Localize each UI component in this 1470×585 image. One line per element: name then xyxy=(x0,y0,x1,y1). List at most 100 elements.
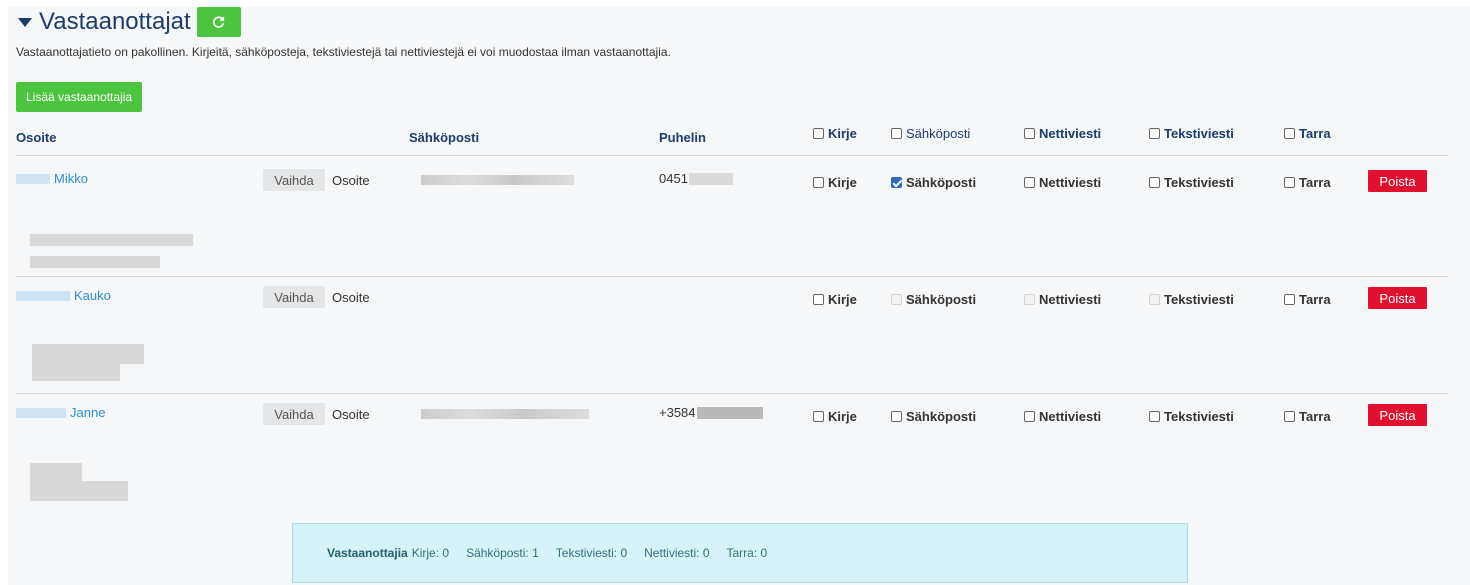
netmessage-toggle: Nettiviesti xyxy=(1024,292,1101,307)
letter-toggle[interactable]: Kirje xyxy=(813,292,857,307)
email-toggle[interactable]: Sähköposti xyxy=(891,175,976,190)
address-label: Osoite xyxy=(332,290,370,305)
label-label: Tarra xyxy=(1299,292,1331,307)
letter-label: Kirje xyxy=(828,292,857,307)
label-checkbox[interactable] xyxy=(1284,294,1295,305)
email-toggle[interactable]: Sähköposti xyxy=(891,409,976,424)
email-label: Sähköposti xyxy=(906,292,977,307)
sms-toggle[interactable]: Tekstiviesti xyxy=(1149,175,1234,190)
delete-button[interactable]: Poista xyxy=(1368,287,1427,309)
redacted-text xyxy=(16,290,70,301)
recipient-name-link[interactable]: Janne xyxy=(16,405,105,420)
header-email-toggle[interactable]: Sähköposti xyxy=(891,126,970,141)
sms-checkbox[interactable] xyxy=(1149,177,1160,188)
section-title: Vastaanottajat xyxy=(39,8,191,35)
redacted-address xyxy=(30,481,128,501)
redacted-text xyxy=(16,173,50,184)
label-toggle[interactable]: Tarra xyxy=(1284,175,1331,190)
recipient-name: Janne xyxy=(70,405,106,420)
summary-letter: Kirje: 0 xyxy=(411,546,450,560)
refresh-button[interactable] xyxy=(196,7,241,37)
summary-title: Vastaanottajia xyxy=(327,546,408,560)
netmessage-checkbox xyxy=(1024,294,1035,305)
letter-toggle[interactable]: Kirje xyxy=(813,409,857,424)
email-checkbox xyxy=(891,294,902,305)
recipient-name-link[interactable]: Mikko xyxy=(16,171,88,186)
delete-button[interactable]: Poista xyxy=(1368,404,1427,426)
letter-checkbox[interactable] xyxy=(813,411,824,422)
sms-checkbox xyxy=(1149,294,1160,305)
netmessage-checkbox[interactable] xyxy=(1024,177,1035,188)
sms-all-checkbox[interactable] xyxy=(1149,128,1160,139)
email-checkbox[interactable] xyxy=(891,411,902,422)
header-sms-toggle[interactable]: Tekstiviesti xyxy=(1149,126,1234,141)
change-address-button[interactable]: Vaihda xyxy=(263,403,325,425)
header-address: Osoite xyxy=(16,130,57,145)
change-address-button[interactable]: Vaihda xyxy=(263,286,325,308)
letter-checkbox[interactable] xyxy=(813,294,824,305)
recipients-summary: Vastaanottajia Kirje: 0 Sähköposti: 1 Te… xyxy=(292,523,1188,583)
summary-sms: Tekstiviesti: 0 xyxy=(555,546,628,560)
redacted-address xyxy=(30,256,160,268)
label-all-checkbox[interactable] xyxy=(1284,128,1295,139)
netmessage-all-checkbox[interactable] xyxy=(1024,128,1035,139)
netmessage-label: Nettiviesti xyxy=(1039,409,1102,424)
redacted-address xyxy=(32,344,144,364)
sms-toggle: Tekstiviesti xyxy=(1149,292,1234,307)
sms-label: Tekstiviesti xyxy=(1164,175,1234,190)
phone-text: 0451 xyxy=(659,171,688,186)
header-label-toggle[interactable]: Tarra xyxy=(1284,126,1331,141)
label-checkbox[interactable] xyxy=(1284,177,1295,188)
header-phone: Puhelin xyxy=(659,130,706,145)
header-email-check-label: Sähköposti xyxy=(906,126,971,141)
sms-checkbox[interactable] xyxy=(1149,411,1160,422)
label-checkbox[interactable] xyxy=(1284,411,1295,422)
table-header: Osoite Sähköposti Puhelin Kirje Sähköpos… xyxy=(16,120,1448,156)
redacted-text xyxy=(16,407,66,418)
phone-value: +3584 xyxy=(659,405,763,420)
letter-toggle[interactable]: Kirje xyxy=(813,175,857,190)
table-row: Janne Vaihda Osoite +3584 Kirje Sähköpos… xyxy=(16,395,1448,511)
netmessage-toggle[interactable]: Nettiviesti xyxy=(1024,175,1101,190)
letter-checkbox[interactable] xyxy=(813,177,824,188)
email-all-checkbox[interactable] xyxy=(891,128,902,139)
header-email: Sähköposti xyxy=(409,130,480,145)
redacted-text xyxy=(688,172,733,185)
email-toggle: Sähköposti xyxy=(891,292,976,307)
netmessage-checkbox[interactable] xyxy=(1024,411,1035,422)
label-label: Tarra xyxy=(1299,175,1331,190)
caret-down-icon[interactable] xyxy=(18,17,32,27)
letter-label: Kirje xyxy=(828,175,857,190)
redacted-address xyxy=(30,234,193,246)
summary-email: Sähköposti: 1 xyxy=(466,546,539,560)
header-letter-toggle[interactable]: Kirje xyxy=(813,126,857,141)
required-notice: Vastaanottajatieto on pakollinen. Kirjei… xyxy=(16,45,671,59)
label-toggle[interactable]: Tarra xyxy=(1284,409,1331,424)
header-letter-label: Kirje xyxy=(828,126,857,141)
recipient-name: Mikko xyxy=(54,171,88,186)
header-netmessage-label: Nettiviesti xyxy=(1039,126,1102,141)
section-header[interactable]: Vastaanottajat xyxy=(18,5,241,39)
header-sms-label: Tekstiviesti xyxy=(1164,126,1234,141)
redacted-email xyxy=(421,175,574,185)
label-label: Tarra xyxy=(1299,409,1331,424)
sms-toggle[interactable]: Tekstiviesti xyxy=(1149,409,1234,424)
redacted-email xyxy=(421,409,589,419)
refresh-icon xyxy=(213,16,225,28)
letter-all-checkbox[interactable] xyxy=(813,128,824,139)
header-netmessage-toggle[interactable]: Nettiviesti xyxy=(1024,126,1101,141)
netmessage-label: Nettiviesti xyxy=(1039,175,1102,190)
add-recipients-button[interactable]: Lisää vastaanottajia xyxy=(16,82,143,112)
recipient-name: Kauko xyxy=(74,288,111,303)
email-checkbox[interactable] xyxy=(891,177,902,188)
header-label-label: Tarra xyxy=(1299,126,1331,141)
table-row: Mikko Vaihda Osoite 0451 Kirje Sähköpost… xyxy=(16,161,1448,277)
recipient-name-link[interactable]: Kauko xyxy=(16,288,111,303)
delete-button[interactable]: Poista xyxy=(1368,170,1427,192)
address-label: Osoite xyxy=(332,407,370,422)
netmessage-toggle[interactable]: Nettiviesti xyxy=(1024,409,1101,424)
table-row: Kauko Vaihda Osoite Kirje Sähköposti Net… xyxy=(16,278,1448,394)
change-address-button[interactable]: Vaihda xyxy=(263,169,325,191)
label-toggle[interactable]: Tarra xyxy=(1284,292,1331,307)
sms-label: Tekstiviesti xyxy=(1164,292,1234,307)
